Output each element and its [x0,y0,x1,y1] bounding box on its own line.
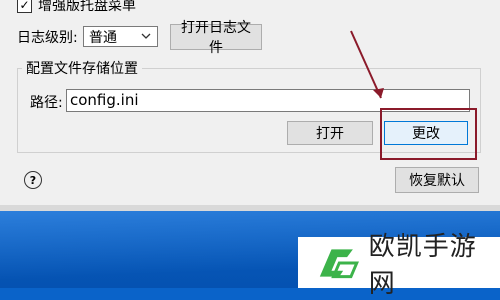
log-level-label: 日志级别: [17,30,78,46]
log-level-row: 日志级别: [17,27,78,47]
watermark-logo-icon [319,248,359,278]
log-level-select[interactable]: 普通 [83,26,158,47]
help-circle-icon[interactable]: ? [24,171,42,189]
annotation-highlight-box [380,108,477,160]
enhanced-tray-menu-checkbox[interactable]: ✓ [17,0,32,13]
help-glyph: ? [29,173,37,187]
config-location-group-title: 配置文件存储位置 [22,58,142,78]
watermark-text: 欧凯手游网 [368,231,477,299]
open-log-file-button[interactable]: 打开日志文件 [170,19,262,55]
dialog-bottom-edge [0,205,500,211]
log-level-value: 普通 [89,29,117,46]
restore-defaults-button[interactable]: 恢复默认 [395,167,479,193]
open-config-button[interactable]: 打开 [287,121,373,145]
settings-dialog: ✓ 增强版托盘菜单 日志级别: 普通 打开日志文件 配置文件存储位置 路径: c… [0,0,500,205]
chevron-down-icon [141,29,151,46]
path-label: 路径: [30,95,63,111]
enhanced-tray-menu-label: 增强版托盘菜单 [38,0,136,14]
watermark-badge: 欧凯手游网 [298,232,500,299]
enhanced-tray-menu-option[interactable]: ✓ 增强版托盘菜单 [17,0,136,15]
check-mark-icon: ✓ [19,0,30,12]
